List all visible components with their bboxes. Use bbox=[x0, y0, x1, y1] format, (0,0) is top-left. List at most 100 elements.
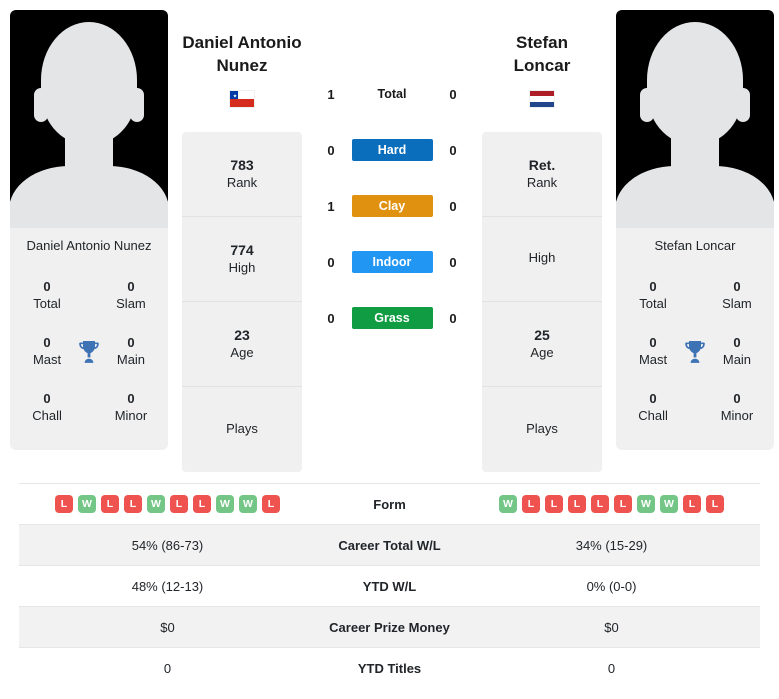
left-titles-minor-label: Minor bbox=[114, 407, 148, 423]
left-titles-total-value: 0 bbox=[43, 279, 51, 295]
left-stat-age: 23 Age bbox=[182, 301, 302, 387]
right-stat-stack: Ret. Rank High 25 Age Plays bbox=[482, 131, 602, 472]
surface-grass-bar[interactable]: Grass bbox=[351, 307, 433, 329]
left-stat-high-label: High bbox=[228, 259, 256, 275]
form-badge-l: L bbox=[683, 495, 701, 513]
right-surface-indoor-count: 0 bbox=[449, 254, 457, 270]
right-titles-slam: 0 Slam bbox=[710, 279, 764, 312]
right-titles-slam-label: Slam bbox=[722, 295, 752, 311]
form-badge-l: L bbox=[55, 495, 73, 513]
table-label-career-prize-money: Career Prize Money bbox=[329, 619, 450, 635]
table-row-ytd-wl: 48% (12-13) YTD W/L 0% (0-0) bbox=[19, 565, 760, 607]
form-badge-l: L bbox=[591, 495, 609, 513]
right-stat-rank: Ret. Rank bbox=[482, 131, 602, 217]
right-career-prize-money: $0 bbox=[604, 619, 619, 635]
left-career-prize-money: $0 bbox=[160, 619, 175, 635]
surface-grass-bar-wrap: Grass bbox=[346, 307, 438, 329]
left-player-name[interactable]: Daniel Antonio Nunez bbox=[182, 32, 302, 78]
right-stat-high-label: High bbox=[528, 250, 556, 266]
right-titles-chall-label: Chall bbox=[638, 407, 668, 423]
left-player-card[interactable]: Daniel Antonio Nunez 0 Total 0 Slam 0 Ma… bbox=[10, 10, 168, 450]
right-titles-row-mast-main: 0 Mast 0 Main bbox=[616, 324, 774, 380]
left-titles-main-value: 0 bbox=[127, 335, 135, 351]
surface-indoor-bar-wrap: Indoor bbox=[346, 251, 438, 273]
right-form-strip: WLLLLLWWLL bbox=[469, 495, 754, 513]
table-label-career-total-wl: Career Total W/L bbox=[338, 537, 441, 553]
left-titles-total-label: Total bbox=[33, 295, 61, 311]
right-surface-grass-count: 0 bbox=[449, 310, 457, 326]
trophy-icon bbox=[74, 340, 104, 364]
left-stat-stack: 783 Rank 774 High 23 Age Plays bbox=[182, 131, 302, 472]
form-badge-w: W bbox=[78, 495, 96, 513]
left-titles-slam-label: Slam bbox=[116, 295, 146, 311]
form-badge-l: L bbox=[193, 495, 211, 513]
left-surface-clay-count: 1 bbox=[327, 198, 335, 214]
surface-hard-bar[interactable]: Hard bbox=[351, 139, 433, 161]
surface-total-label-wrap: Total bbox=[346, 87, 438, 101]
right-titles-minor-value: 0 bbox=[733, 391, 741, 407]
left-stat-rank: 783 Rank bbox=[182, 131, 302, 217]
form-badge-l: L bbox=[101, 495, 119, 513]
right-titles-mast: 0 Mast bbox=[626, 335, 680, 368]
form-badge-w: W bbox=[239, 495, 257, 513]
right-player-card[interactable]: Stefan Loncar 0 Total 0 Slam 0 Mast 0 Ma… bbox=[616, 10, 774, 450]
left-titles-grid: 0 Total 0 Slam 0 Mast 0 Main 0 Chall 0 M… bbox=[10, 264, 168, 450]
form-badge-w: W bbox=[499, 495, 517, 513]
table-label-form: Form bbox=[373, 496, 406, 512]
surface-row-total: 1 Total 0 bbox=[316, 66, 468, 122]
left-player-avatar bbox=[10, 10, 168, 228]
trophy-icon bbox=[680, 340, 710, 364]
form-badge-w: W bbox=[216, 495, 234, 513]
surface-row-indoor: 0 Indoor 0 bbox=[316, 234, 468, 290]
left-form-cell: LWLLWLLWWL bbox=[19, 484, 316, 525]
player-comparison-page: Daniel Antonio Nunez 0 Total 0 Slam 0 Ma… bbox=[0, 0, 779, 699]
avatar-silhouette-ear-right bbox=[736, 88, 750, 122]
left-titles-row-total-slam: 0 Total 0 Slam bbox=[10, 268, 168, 324]
left-stat-age-label: Age bbox=[230, 344, 254, 360]
right-ytd-titles: 0 bbox=[607, 660, 616, 676]
left-titles-row-chall-minor: 0 Chall 0 Minor bbox=[10, 380, 168, 436]
surface-clay-bar[interactable]: Clay bbox=[351, 195, 433, 217]
left-surface-grass-count: 0 bbox=[327, 310, 335, 326]
form-badge-l: L bbox=[568, 495, 586, 513]
left-titles-chall-value: 0 bbox=[43, 391, 51, 407]
right-stat-age-value: 25 bbox=[534, 327, 550, 344]
surface-row-hard: 0 Hard 0 bbox=[316, 122, 468, 178]
avatar-silhouette-ear-left bbox=[34, 88, 48, 122]
right-titles-mast-value: 0 bbox=[649, 335, 657, 351]
left-stat-rank-value: 783 bbox=[230, 157, 254, 174]
right-titles-main: 0 Main bbox=[710, 335, 764, 368]
right-titles-total-value: 0 bbox=[649, 279, 657, 295]
right-titles-minor-label: Minor bbox=[720, 407, 754, 423]
left-titles-slam-value: 0 bbox=[127, 279, 135, 295]
form-badge-l: L bbox=[614, 495, 632, 513]
table-label-ytd-wl: YTD W/L bbox=[362, 578, 417, 594]
form-badge-l: L bbox=[522, 495, 540, 513]
left-surface-total-count: 1 bbox=[327, 86, 335, 102]
right-player-avatar bbox=[616, 10, 774, 228]
left-surface-indoor-count: 0 bbox=[327, 254, 335, 270]
right-titles-total-label: Total bbox=[639, 295, 667, 311]
right-stat-age-label: Age bbox=[530, 344, 554, 360]
netherlands-flag-icon bbox=[529, 89, 555, 108]
left-titles-total: 0 Total bbox=[20, 279, 74, 312]
right-stat-plays-label: Plays bbox=[526, 420, 558, 436]
right-titles-slam-value: 0 bbox=[733, 279, 741, 295]
right-player-name-line2: Loncar bbox=[513, 55, 571, 75]
left-ytd-wl: 48% (12-13) bbox=[131, 578, 204, 594]
surface-indoor-bar[interactable]: Indoor bbox=[351, 251, 433, 273]
surface-row-grass: 0 Grass 0 bbox=[316, 290, 468, 346]
form-badge-l: L bbox=[262, 495, 280, 513]
avatar-silhouette-ear-right bbox=[130, 88, 144, 122]
surface-titles-column: 1 Total 0 0 Hard 0 1 Clay 0 0 Indoor 0 0… bbox=[316, 10, 468, 346]
left-stat-plays: Plays bbox=[182, 386, 302, 472]
chile-flag-icon bbox=[229, 89, 255, 108]
left-stat-rank-label: Rank bbox=[226, 174, 258, 190]
avatar-silhouette-shoulders bbox=[616, 166, 774, 228]
right-titles-chall-value: 0 bbox=[649, 391, 657, 407]
left-player-name-line2: Nunez bbox=[216, 55, 268, 75]
left-titles-minor-value: 0 bbox=[127, 391, 135, 407]
right-titles-grid: 0 Total 0 Slam 0 Mast 0 Main 0 Chall 0 M… bbox=[616, 264, 774, 450]
right-player-name[interactable]: Stefan Loncar bbox=[482, 32, 602, 78]
form-badge-l: L bbox=[170, 495, 188, 513]
